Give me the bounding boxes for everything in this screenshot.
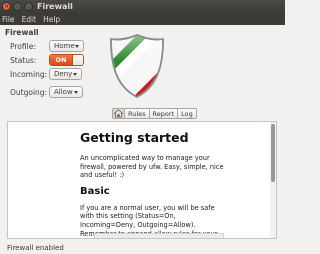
outgoing-label: Outgoing: — [10, 88, 48, 97]
chevron-down-icon — [73, 73, 77, 76]
close-button[interactable]: × — [2, 2, 11, 11]
chevron-down-icon — [75, 45, 79, 48]
window-controls: × — [2, 2, 33, 11]
doc-subheading: Basic — [80, 185, 110, 197]
tab-rules[interactable]: Rules — [124, 108, 150, 119]
menu-bar: File Edit Help — [0, 13, 285, 25]
status-toggle[interactable]: ON — [49, 54, 84, 66]
doc-intro: An uncomplicated way to manage your fire… — [80, 154, 224, 180]
menu-edit[interactable]: Edit — [22, 15, 37, 24]
firewall-shield-icon — [110, 34, 164, 98]
scrollbar[interactable] — [270, 122, 276, 238]
profile-dropdown[interactable]: Home — [49, 40, 84, 52]
scrollbar-thumb[interactable] — [271, 124, 275, 182]
help-content-panel: Getting started An uncomplicated way to … — [7, 121, 277, 239]
status-bar: Firewall enabled — [0, 241, 285, 254]
menu-help[interactable]: Help — [43, 15, 60, 24]
code-block — [94, 233, 224, 238]
status-toggle-on: ON — [50, 55, 72, 65]
toggle-knob — [72, 55, 83, 65]
help-document: Getting started An uncomplicated way to … — [80, 130, 230, 238]
profile-value: Home — [54, 42, 75, 50]
outgoing-dropdown[interactable]: Allow — [49, 86, 83, 98]
chevron-down-icon — [74, 91, 78, 94]
status-label: Status: — [10, 56, 37, 65]
status-bar-text: Firewall enabled — [7, 243, 64, 252]
section-title: Firewall — [5, 28, 39, 37]
menu-file[interactable]: File — [2, 15, 15, 24]
incoming-dropdown[interactable]: Deny — [49, 68, 82, 80]
maximize-button[interactable] — [24, 2, 33, 11]
tab-log[interactable]: Log — [177, 108, 197, 119]
profile-label: Profile: — [10, 42, 36, 51]
tab-report[interactable]: Report — [148, 108, 179, 119]
incoming-value: Deny — [54, 70, 73, 78]
view-tabs: Rules Report Log — [112, 108, 197, 119]
window-title: Firewall — [37, 2, 73, 11]
home-icon — [114, 109, 123, 118]
title-bar: × Firewall — [0, 0, 285, 13]
incoming-label: Incoming: — [10, 70, 48, 79]
doc-heading: Getting started — [80, 130, 189, 145]
outgoing-value: Allow — [54, 88, 73, 96]
minimize-button[interactable] — [13, 2, 22, 11]
